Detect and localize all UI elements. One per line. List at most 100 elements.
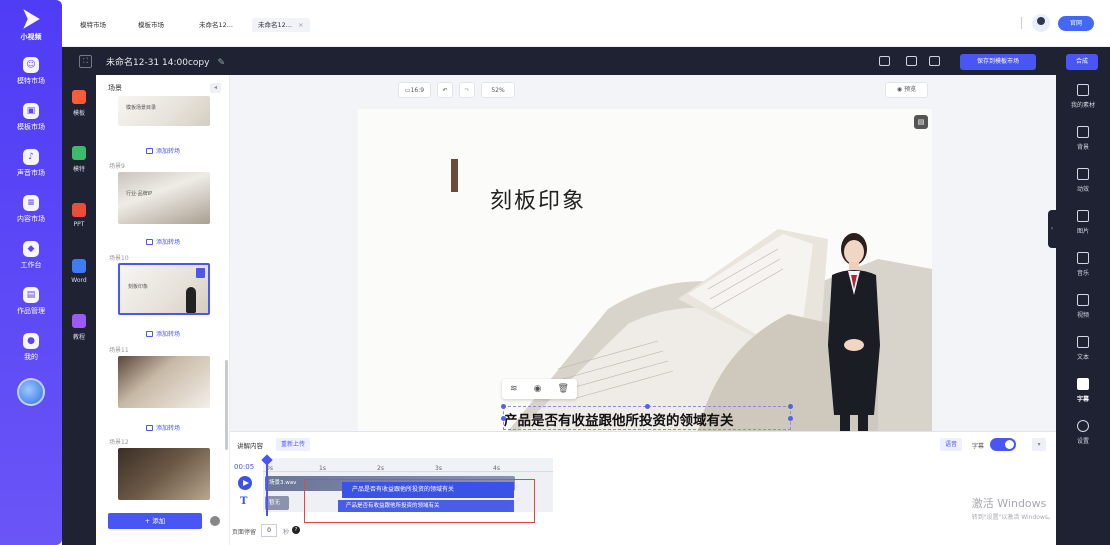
workspace-toolbar: ▭ 16:9 ↶ ↷ 52% xyxy=(398,82,515,98)
page-stay-unit: 秒 xyxy=(283,529,290,536)
copy-icon[interactable] xyxy=(906,56,917,66)
save-icon[interactable] xyxy=(929,56,940,66)
redo-icon: ↷ xyxy=(464,86,470,94)
right-panel-collapse-tab[interactable]: ‹ xyxy=(1048,210,1056,248)
project-title[interactable]: 未命名12-31 14:00copy ✎ xyxy=(106,55,225,68)
delete-scene-icon[interactable] xyxy=(196,268,205,278)
resize-handle[interactable] xyxy=(645,404,650,409)
canvas-title-text[interactable]: 刻板印象 xyxy=(490,183,586,215)
scene-panel: 场景 ◂ 模板场景目录 添加转场 场景9 行业·品牌IP 添加转场 场景10 刻… xyxy=(96,75,230,545)
zoom-label: 52% xyxy=(491,86,505,94)
user-avatar-icon[interactable] xyxy=(1032,14,1050,32)
panel-effects[interactable]: 动效 xyxy=(1056,159,1110,201)
layout-icon[interactable]: ▤ xyxy=(914,115,928,129)
expand-timeline-icon[interactable]: ▾ xyxy=(1032,438,1046,451)
settings-icon xyxy=(1077,419,1089,432)
rail-item-model-market[interactable]: ☺ 模特市场 xyxy=(6,48,56,94)
left-nav-rail: 小视频 ☺ 模特市场 ▣ 模板市场 ♪ 声音市场 ≡ 内容市场 ◆ 工作台 ▤ … xyxy=(0,0,62,545)
pause-clip[interactable]: 暂无 xyxy=(265,496,289,510)
collapse-panel-icon[interactable]: ◂ xyxy=(210,83,221,93)
scene-panel-title: 场景 xyxy=(108,84,122,92)
template-icon: ▣ xyxy=(23,102,39,119)
scene-thumbnail[interactable]: 模板场景目录 xyxy=(118,96,210,126)
save-to-market-button[interactable]: 保存到模板市场 xyxy=(960,54,1036,70)
scene-thumbnail[interactable] xyxy=(118,356,210,408)
panel-images[interactable]: 图片 xyxy=(1056,201,1110,243)
aspect-ratio-button[interactable]: ▭ 16:9 xyxy=(398,82,431,98)
brand-name: 小视频 xyxy=(20,33,42,41)
playhead[interactable] xyxy=(266,456,268,516)
zoom-level[interactable]: 52% xyxy=(481,82,515,98)
brand[interactable]: 小视频 xyxy=(8,8,54,42)
panel-music[interactable]: 音乐 xyxy=(1056,243,1110,285)
resize-handle[interactable] xyxy=(788,416,793,421)
template-material-icon xyxy=(72,89,86,104)
resize-handle[interactable] xyxy=(788,404,793,409)
tab-untitled-2[interactable]: 未命名12... × xyxy=(252,18,310,32)
rail-item-works[interactable]: ▤ 作品管理 xyxy=(6,278,56,324)
fullscreen-icon[interactable]: ⛶ xyxy=(79,55,92,68)
scene-thumbnail[interactable]: 行业·品牌IP xyxy=(118,172,210,224)
presenter-avatar[interactable] xyxy=(818,225,890,431)
scene-canvas[interactable]: 刻板印象 ≋ ◉ 🗑 产品是否有收益跟他所投资的领域有关 ▤ xyxy=(358,109,932,431)
add-scene-button[interactable]: + 添加 xyxy=(108,513,202,529)
avatar[interactable] xyxy=(17,378,45,406)
tab-label: 未命名12... xyxy=(199,21,233,29)
layer-icon[interactable]: ≋ xyxy=(510,384,518,394)
play-button[interactable] xyxy=(238,476,252,490)
rail-item-label: 我的 xyxy=(24,352,38,361)
subtitle-toggle[interactable] xyxy=(990,438,1016,451)
rail-item-workbench[interactable]: ◆ 工作台 xyxy=(6,232,56,278)
panel-label: 动效 xyxy=(1076,185,1089,193)
panel-video[interactable]: 视频 xyxy=(1056,285,1110,327)
top-tab-bar: 模特市场 模板市场 未命名12... 未命名12... × 官网 xyxy=(62,0,1110,47)
tab-untitled-1[interactable]: 未命名12... xyxy=(193,18,239,32)
scrollbar[interactable] xyxy=(225,360,228,450)
panel-my-materials[interactable]: 我的素材 xyxy=(1056,75,1110,117)
panel-text[interactable]: 文本 xyxy=(1056,327,1110,369)
timeline-ruler[interactable]: 0s 1s 2s 3s 4s xyxy=(263,458,553,472)
add-transition-button[interactable]: 添加转场 xyxy=(146,423,180,432)
resize-handle[interactable] xyxy=(501,404,506,409)
rail-item-template-market[interactable]: ▣ 模板市场 xyxy=(6,94,56,140)
caption-textbox[interactable]: 产品是否有收益跟他所投资的领域有关 xyxy=(501,404,793,430)
undo-button[interactable]: ↶ xyxy=(437,82,453,98)
panel-background[interactable]: 背景 xyxy=(1056,117,1110,159)
resize-handle[interactable] xyxy=(501,416,506,421)
redo-button[interactable]: ↷ xyxy=(459,82,475,98)
rail-item-content-market[interactable]: ≡ 内容市场 xyxy=(6,186,56,232)
help-icon[interactable]: ? xyxy=(292,526,300,534)
add-transition-button[interactable]: 添加转场 xyxy=(146,237,180,246)
material-model[interactable]: 模特 xyxy=(62,131,96,187)
rail-item-sound-market[interactable]: ♪ 声音市场 xyxy=(6,140,56,186)
preview-button[interactable]: ◉ 预览 xyxy=(885,82,928,98)
close-icon[interactable]: × xyxy=(298,21,303,29)
material-template[interactable]: 模板 xyxy=(62,75,96,131)
scene-thumbnail[interactable] xyxy=(118,448,210,500)
edit-icon[interactable]: ✎ xyxy=(217,58,225,68)
tab-template-market[interactable]: 模板市场 xyxy=(132,18,170,32)
monitor-icon[interactable] xyxy=(879,56,890,66)
compose-button[interactable]: 合成 xyxy=(1066,54,1098,70)
tab-model-market[interactable]: 模特市场 xyxy=(74,18,112,32)
rail-item-profile[interactable]: ● 我的 xyxy=(6,324,56,370)
panel-subtitles[interactable]: 字幕 xyxy=(1056,369,1110,411)
page-stay-input[interactable]: 0 xyxy=(261,524,277,537)
add-transition-button[interactable]: 添加转场 xyxy=(146,329,180,338)
panel-settings[interactable]: 设置 xyxy=(1056,411,1110,453)
trash-icon[interactable]: 🗑 xyxy=(558,384,569,394)
material-ppt[interactable]: PPT xyxy=(62,187,96,243)
style-icon[interactable]: ◉ xyxy=(534,384,542,394)
voice-button[interactable]: 语音 xyxy=(939,438,962,451)
material-word[interactable]: Word xyxy=(62,243,96,299)
official-site-button[interactable]: 官网 xyxy=(1058,16,1094,31)
folder-icon xyxy=(1077,83,1089,96)
background-icon xyxy=(1077,125,1089,138)
scene-thumbnail-selected[interactable]: 刻板印象 xyxy=(118,263,210,315)
rail-item-label: 模板市场 xyxy=(17,122,45,131)
text-track-icon[interactable]: T xyxy=(240,496,247,507)
add-transition-button[interactable]: 添加转场 xyxy=(146,146,180,155)
gear-icon[interactable] xyxy=(210,516,220,526)
reupload-button[interactable]: 重新上传 xyxy=(276,438,311,451)
material-tutorial[interactable]: 教程 xyxy=(62,299,96,355)
